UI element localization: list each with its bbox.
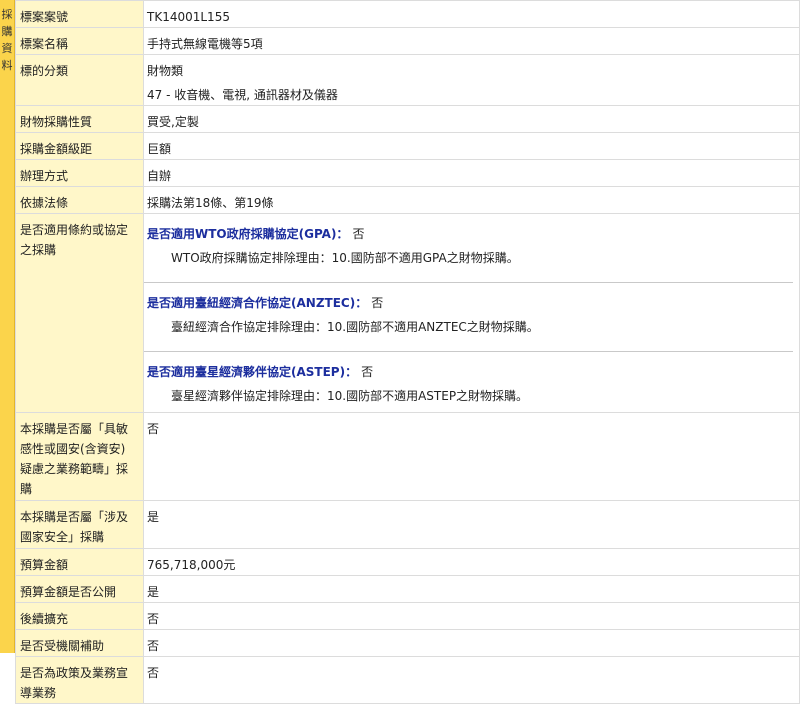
label-case-name: 標案名稱 [15, 27, 144, 55]
section-side-label-text: 採購資料 [1, 8, 13, 72]
value-policy: 否 [143, 656, 800, 704]
value-case-name: 手持式無線電機等5項 [143, 27, 800, 55]
table-row: 後續擴充 否 [15, 602, 800, 630]
agreement-astep-head: 是否適用臺星經濟夥伴協定(ASTEP)：否 [147, 365, 374, 379]
table-row: 本採購是否屬「具敏感性或國安(含資安)疑慮之業務範疇」採購 否 [15, 412, 800, 501]
table-row: 標的分類 財物類 47 - 收音機、電視, 通訊器材及儀器 [15, 54, 800, 106]
value-sensitive: 否 [143, 412, 800, 501]
table-row: 預算金額 765,718,000元 [15, 548, 800, 576]
divider [144, 282, 793, 283]
label-expansion: 後續擴充 [15, 602, 144, 630]
category-code: 47 - 收音機、電視, 通訊器材及儀器 [147, 88, 338, 102]
procurement-info-panel: 採購資料 標案案號 TK14001L155 標案名稱 手持式無線電機等5項 標的… [0, 0, 800, 704]
agreement-gpa: 是否適用WTO政府採購協定(GPA)：否 WTO政府採購協定排除理由：10.國防… [147, 220, 793, 274]
value-nature: 買受,定製 [143, 105, 800, 133]
value-security: 是 [143, 500, 800, 549]
value-agreement: 是否適用WTO政府採購協定(GPA)：否 WTO政府採購協定排除理由：10.國防… [143, 213, 800, 413]
label-budget: 預算金額 [15, 548, 144, 576]
label-case-no: 標案案號 [15, 0, 144, 28]
table-row: 是否為政策及業務宣導業務 否 [15, 656, 800, 704]
section-side-label: 採購資料 [0, 0, 15, 653]
table-row: 辦理方式 自辦 [15, 159, 800, 187]
table-row: 是否適用條約或協定之採購 是否適用WTO政府採購協定(GPA)：否 WTO政府採… [15, 213, 800, 413]
value-category: 財物類 47 - 收音機、電視, 通訊器材及儀器 [143, 54, 800, 106]
value-law: 採購法第18條、第19條 [143, 186, 800, 214]
label-nature: 財物採購性質 [15, 105, 144, 133]
divider [144, 351, 793, 352]
agreement-gpa-reason: WTO政府採購協定排除理由：10.國防部不適用GPA之財物採購。 [171, 251, 519, 265]
label-budget-public: 預算金額是否公開 [15, 575, 144, 603]
value-case-no: TK14001L155 [143, 0, 800, 28]
table-row: 預算金額是否公開 是 [15, 575, 800, 603]
agreement-astep-reason: 臺星經濟夥伴協定排除理由：10.國防部不適用ASTEP之財物採購。 [171, 389, 529, 403]
procurement-table: 標案案號 TK14001L155 標案名稱 手持式無線電機等5項 標的分類 財物… [15, 0, 800, 704]
label-policy: 是否為政策及業務宣導業務 [15, 656, 144, 704]
value-budget-public: 是 [143, 575, 800, 603]
value-subsidy: 否 [143, 629, 800, 657]
label-category: 標的分類 [15, 54, 144, 106]
agreement-gpa-answer: 否 [352, 227, 365, 241]
table-row: 標案案號 TK14001L155 [15, 0, 800, 28]
label-subsidy: 是否受機關補助 [15, 629, 144, 657]
table-row: 是否受機關補助 否 [15, 629, 800, 657]
label-security: 本採購是否屬「涉及國家安全」採購 [15, 500, 144, 549]
category-type: 財物類 [147, 64, 184, 78]
agreement-anztec-head: 是否適用臺紐經濟合作協定(ANZTEC)：否 [147, 296, 384, 310]
table-row: 財物採購性質 買受,定製 [15, 105, 800, 133]
label-amount-level: 採購金額級距 [15, 132, 144, 160]
agreement-anztec-answer: 否 [371, 296, 384, 310]
agreement-anztec-reason: 臺紐經濟合作協定排除理由：10.國防部不適用ANZTEC之財物採購。 [171, 320, 539, 334]
table-row: 依據法條 採購法第18條、第19條 [15, 186, 800, 214]
value-method: 自辦 [143, 159, 800, 187]
agreement-anztec: 是否適用臺紐經濟合作協定(ANZTEC)：否 臺紐經濟合作協定排除理由：10.國… [147, 289, 793, 343]
agreement-gpa-head: 是否適用WTO政府採購協定(GPA)：否 [147, 227, 365, 241]
table-row: 本採購是否屬「涉及國家安全」採購 是 [15, 500, 800, 549]
value-amount-level: 巨額 [143, 132, 800, 160]
label-method: 辦理方式 [15, 159, 144, 187]
label-law: 依據法條 [15, 186, 144, 214]
agreement-astep-answer: 否 [361, 365, 374, 379]
value-budget: 765,718,000元 [143, 548, 800, 576]
label-sensitive: 本採購是否屬「具敏感性或國安(含資安)疑慮之業務範疇」採購 [15, 412, 144, 501]
table-row: 標案名稱 手持式無線電機等5項 [15, 27, 800, 55]
agreement-astep: 是否適用臺星經濟夥伴協定(ASTEP)：否 臺星經濟夥伴協定排除理由：10.國防… [147, 358, 793, 412]
value-expansion: 否 [143, 602, 800, 630]
table-row: 採購金額級距 巨額 [15, 132, 800, 160]
label-agreement: 是否適用條約或協定之採購 [15, 213, 144, 413]
